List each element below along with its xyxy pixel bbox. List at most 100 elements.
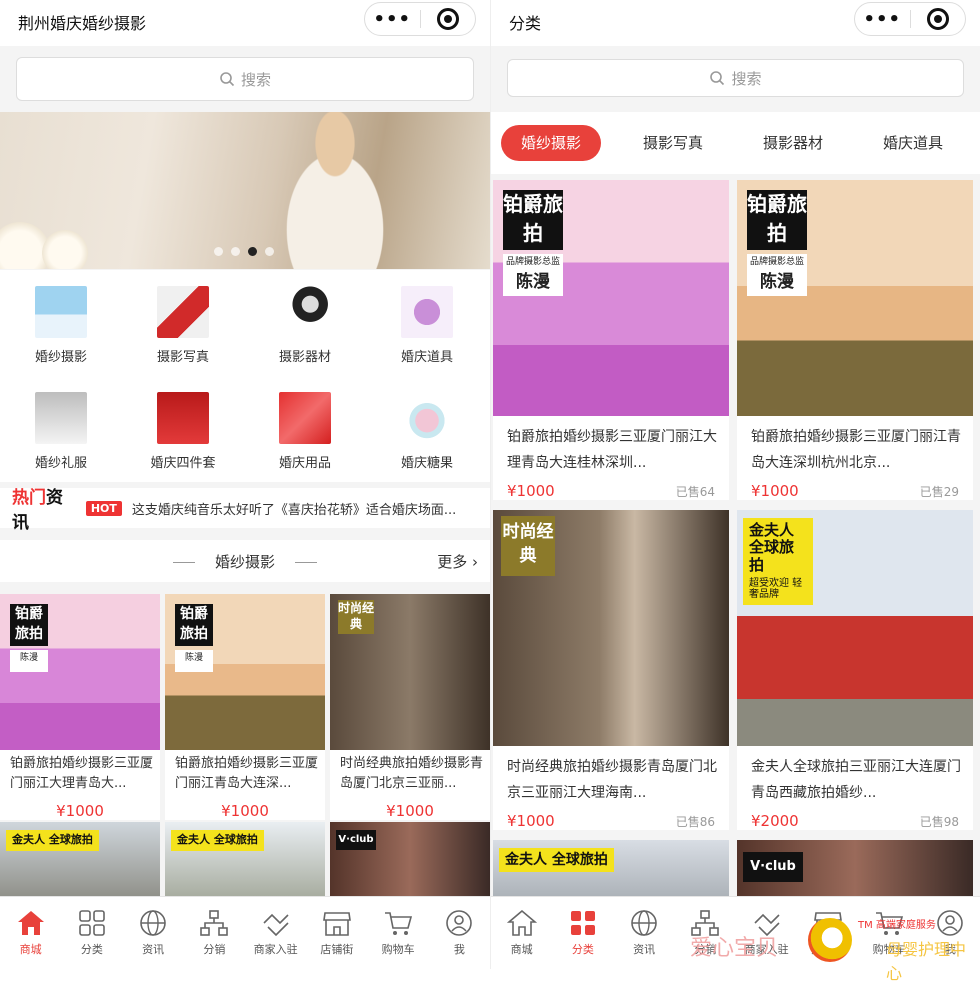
tab-label: 资讯 bbox=[633, 943, 656, 956]
search-placeholder: 搜索 bbox=[240, 70, 271, 89]
tab-news[interactable]: 资讯 bbox=[614, 897, 675, 969]
tab-mall[interactable]: 商城 bbox=[0, 897, 61, 969]
watermark-small: TM 高端家庭服务 bbox=[858, 920, 936, 931]
tab-label: 商城 bbox=[510, 943, 533, 956]
page-title: 荆州婚庆婚纱摄影 bbox=[18, 14, 147, 33]
category-label: 婚纱摄影 bbox=[34, 350, 87, 365]
product-price: ¥1000 bbox=[751, 482, 799, 500]
category-portrait[interactable]: 摄影写真 bbox=[122, 286, 244, 365]
product-card[interactable]: 金夫人 全球旅拍 bbox=[0, 822, 160, 902]
user-icon bbox=[446, 910, 473, 936]
tab-category[interactable]: 分类 bbox=[552, 897, 613, 969]
search-icon bbox=[710, 71, 725, 86]
globe-icon bbox=[140, 910, 166, 936]
product-image: 铂爵旅拍 品牌摄影总监 陈漫 bbox=[493, 180, 729, 416]
tab-wedding-photo[interactable]: 婚纱摄影 bbox=[501, 125, 601, 161]
watermark: 爱心宝贝 TM 高端家庭服务 母婴护理中心 bbox=[690, 912, 980, 983]
tab-cart[interactable]: 购物车 bbox=[368, 897, 429, 969]
product-card[interactable]: 金夫人 全球旅拍 超受欢迎 轻奢品牌 金夫人全球旅拍三亚丽江大连厦门青岛西藏旅拍婚… bbox=[737, 510, 973, 830]
category-gown[interactable]: 婚纱礼服 bbox=[0, 392, 122, 471]
product-name: 铂爵旅拍婚纱摄影三亚厦门丽江大理青岛大连桂林深圳... bbox=[507, 429, 717, 471]
category-image bbox=[35, 286, 87, 338]
tab-category[interactable]: 分类 bbox=[61, 897, 122, 969]
brand-logo: V·club bbox=[743, 852, 803, 882]
category-equipment[interactable]: 摄影器材 bbox=[244, 286, 366, 365]
category-props[interactable]: 婚庆道具 bbox=[366, 286, 488, 365]
tab-news[interactable]: 资讯 bbox=[123, 897, 184, 969]
product-card[interactable]: 金夫人 全球旅拍 bbox=[493, 840, 729, 900]
watermark-text: 爱心宝贝 bbox=[690, 936, 779, 961]
product-card[interactable]: 铂爵旅拍 品牌摄影总监 陈漫 铂爵旅拍婚纱摄影三亚厦门丽江大理青岛大连桂林深圳..… bbox=[493, 180, 729, 500]
product-price: ¥1000 bbox=[56, 802, 104, 820]
product-card[interactable]: V·club bbox=[330, 822, 490, 902]
category-label: 婚庆道具 bbox=[400, 350, 453, 365]
carousel-indicator bbox=[214, 247, 274, 256]
close-target-icon[interactable] bbox=[910, 8, 965, 30]
product-card[interactable]: 时尚经典 时尚经典旅拍婚纱摄影青岛厦门北京三亚丽江大理海南... ¥1000 已售… bbox=[493, 510, 729, 830]
brand-sub-label: 品牌摄影总监 陈漫 bbox=[503, 254, 563, 296]
section-header: 婚纱摄影 更多 › bbox=[0, 540, 490, 582]
product-card[interactable]: 时尚经典 时尚经典旅拍婚纱摄影青岛厦门北京三亚丽... ¥1000 bbox=[330, 594, 490, 820]
product-name: 铂爵旅拍婚纱摄影三亚厦门丽江青岛大连深... bbox=[175, 756, 319, 791]
product-name: 时尚经典旅拍婚纱摄影青岛厦门北京三亚丽... bbox=[340, 756, 484, 791]
search-input[interactable]: 搜索 bbox=[507, 59, 964, 97]
category-image bbox=[401, 392, 453, 444]
product-card[interactable]: 铂爵旅拍 陈漫 铂爵旅拍婚纱摄影三亚厦门丽江青岛大连深... ¥1000 bbox=[165, 594, 325, 820]
product-name: 铂爵旅拍婚纱摄影三亚厦门丽江大理青岛大... bbox=[10, 756, 154, 791]
category-image bbox=[157, 392, 209, 444]
search-bar: 搜索 bbox=[0, 46, 490, 112]
brand-logo: 金夫人 全球旅拍 bbox=[6, 830, 99, 851]
news-ticker[interactable]: 热门资讯 HOT 这支婚庆纯音乐太好听了《喜庆抬花轿》适合婚庆场面... bbox=[0, 488, 490, 533]
brand-logo: 金夫人 全球旅拍 bbox=[171, 830, 264, 851]
mini-program-capsule: ••• bbox=[364, 2, 476, 36]
more-link[interactable]: 更多 › bbox=[437, 551, 478, 572]
tab-distribution[interactable]: 分销 bbox=[184, 897, 245, 969]
category-candy[interactable]: 婚庆糖果 bbox=[366, 392, 488, 471]
tab-mall[interactable]: 商城 bbox=[491, 897, 552, 969]
brand-logo: 时尚经典 bbox=[338, 600, 374, 634]
sold-count: 已售98 bbox=[919, 814, 959, 829]
page-title: 分类 bbox=[509, 14, 542, 33]
category-image bbox=[279, 286, 331, 338]
tab-label: 商家入驻 bbox=[253, 943, 298, 956]
product-card[interactable]: 铂爵旅拍 品牌摄影总监 陈漫 铂爵旅拍婚纱摄影三亚厦门丽江青岛大连深圳杭州北京..… bbox=[737, 180, 973, 500]
category-wedding-photo[interactable]: 婚纱摄影 bbox=[0, 286, 122, 365]
category-label: 婚纱礼服 bbox=[34, 456, 87, 471]
banner-carousel[interactable] bbox=[0, 112, 490, 269]
tab-merchant-join[interactable]: 商家入驻 bbox=[245, 897, 306, 969]
brand-logo: 铂爵旅拍 bbox=[10, 604, 48, 646]
tab-props[interactable]: 婚庆道具 bbox=[863, 125, 963, 161]
brand-logo: 铂爵旅拍 bbox=[503, 190, 563, 250]
category-image bbox=[401, 286, 453, 338]
tab-me[interactable]: 我 bbox=[429, 897, 490, 969]
product-price: ¥1000 bbox=[507, 812, 555, 830]
section-title: 婚纱摄影 bbox=[0, 551, 490, 572]
product-card[interactable]: 铂爵旅拍 陈漫 铂爵旅拍婚纱摄影三亚厦门丽江大理青岛大... ¥1000 bbox=[0, 594, 160, 820]
category-screen: 分类 ••• 搜索 婚纱摄影 摄影写真 摄影器材 婚庆道具 铂爵旅拍 品牌摄影总… bbox=[490, 0, 980, 969]
tab-shop-street[interactable]: 店铺街 bbox=[306, 897, 367, 969]
search-input[interactable]: 搜索 bbox=[16, 57, 474, 101]
more-menu-icon[interactable]: ••• bbox=[855, 9, 910, 30]
brand-logo: 铂爵旅拍 bbox=[747, 190, 807, 250]
product-card[interactable]: V·club bbox=[737, 840, 973, 900]
more-menu-icon[interactable]: ••• bbox=[365, 9, 420, 30]
search-icon bbox=[220, 72, 235, 87]
brand-logo: 金夫人 全球旅拍 bbox=[499, 848, 614, 873]
news-headline[interactable]: 这支婚庆纯音乐太好听了《喜庆抬花轿》适合婚庆场面... bbox=[132, 499, 490, 518]
grid-icon bbox=[570, 911, 595, 935]
tab-label: 商城 bbox=[19, 943, 42, 956]
chevron-right-icon: › bbox=[472, 553, 478, 571]
grid-icon bbox=[79, 910, 105, 936]
watermark-sub: 母婴护理中心 bbox=[886, 940, 967, 983]
category-label: 摄影器材 bbox=[278, 350, 331, 365]
category-bedding[interactable]: 婚庆四件套 bbox=[122, 392, 244, 471]
category-supplies[interactable]: 婚庆用品 bbox=[244, 392, 366, 471]
tab-label: 资讯 bbox=[142, 943, 165, 956]
tab-portrait[interactable]: 摄影写真 bbox=[623, 125, 723, 161]
close-target-icon[interactable] bbox=[420, 8, 475, 30]
tab-label: 购物车 bbox=[381, 943, 415, 956]
product-card[interactable]: 金夫人 全球旅拍 bbox=[165, 822, 325, 902]
category-label: 婚庆糖果 bbox=[400, 456, 453, 471]
home-icon bbox=[506, 909, 537, 936]
tab-equipment[interactable]: 摄影器材 bbox=[743, 125, 843, 161]
